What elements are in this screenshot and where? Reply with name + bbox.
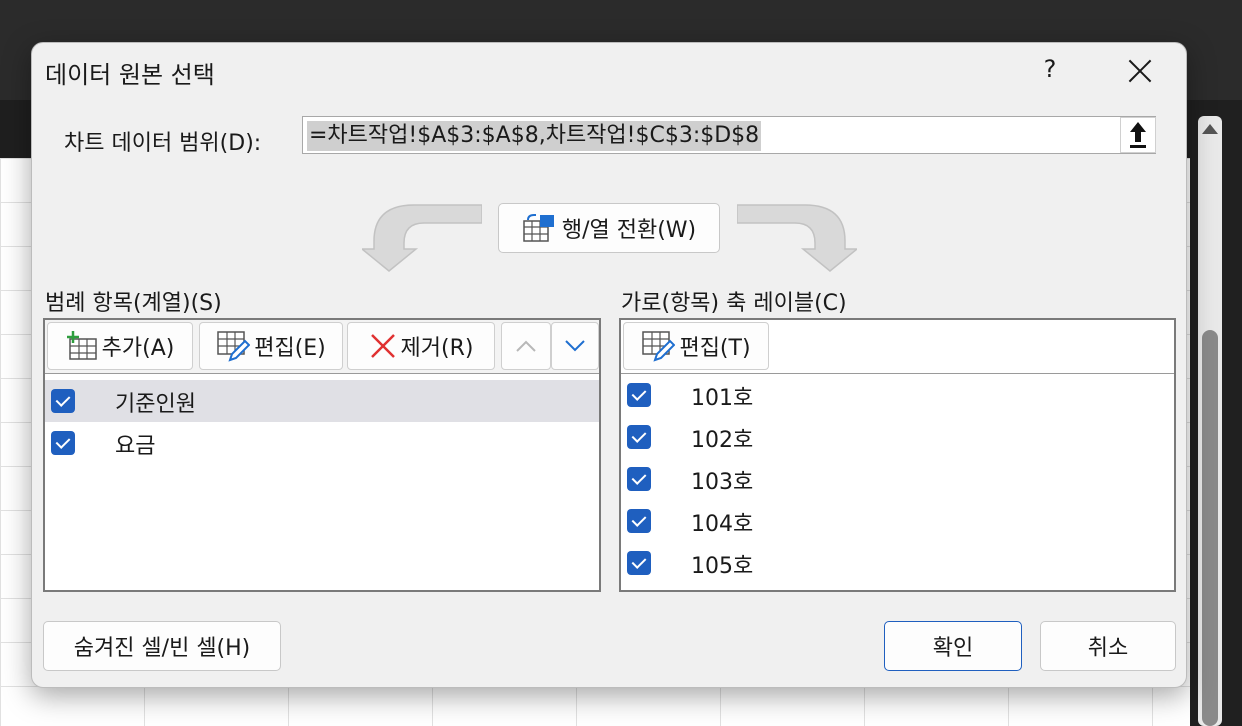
help-button[interactable]: ? — [1037, 55, 1063, 85]
ok-button[interactable]: 확인 — [884, 621, 1022, 671]
chart-data-range-value: =차트작업!$A$3:$A$8,차트작업!$C$3:$D$8 — [307, 121, 762, 151]
checkbox-icon[interactable] — [627, 509, 651, 533]
right-curved-arrow-icon — [737, 204, 857, 272]
list-item[interactable]: 102호 — [621, 416, 1174, 458]
remove-series-icon — [370, 334, 395, 358]
legend-entries-panel: 추가(A) 편집(E) 제거(R) 기준인원 요금 — [43, 318, 601, 592]
add-series-icon — [66, 331, 97, 360]
add-series-button[interactable]: 추가(A) — [47, 322, 193, 370]
axis-item-label: 102호 — [691, 428, 754, 453]
left-curved-arrow-icon — [362, 204, 482, 272]
list-item[interactable]: 103호 — [621, 458, 1174, 500]
move-down-icon — [565, 340, 585, 352]
legend-series-list: 기준인원 요금 — [45, 380, 599, 464]
switch-row-column-button[interactable]: 행/열 전환(W) — [498, 203, 720, 253]
switch-row-column-label: 행/열 전환(W) — [561, 218, 697, 243]
move-up-button[interactable] — [501, 322, 551, 370]
edit-series-button[interactable]: 편집(E) — [199, 322, 343, 370]
cancel-button[interactable]: 취소 — [1040, 621, 1176, 671]
switch-row-column-icon — [523, 214, 554, 242]
axis-labels-label: 가로(항목) 축 레이블(C) — [621, 291, 847, 316]
add-series-label: 추가(A) — [101, 336, 175, 361]
list-item[interactable]: 기준인원 — [45, 380, 599, 422]
move-up-icon — [516, 340, 536, 352]
remove-series-label: 제거(R) — [400, 336, 474, 361]
close-icon[interactable] — [1122, 53, 1158, 89]
edit-series-label: 편집(E) — [254, 336, 326, 361]
axis-item-label: 104호 — [691, 512, 754, 537]
remove-series-button[interactable]: 제거(R) — [347, 322, 495, 370]
legend-toolbar: 추가(A) 편집(E) 제거(R) — [45, 320, 599, 374]
list-item[interactable]: 104호 — [621, 500, 1174, 542]
series-label: 요금 — [115, 434, 156, 459]
edit-axis-icon — [642, 331, 676, 362]
move-down-button[interactable] — [551, 322, 599, 370]
list-item[interactable]: 105호 — [621, 542, 1174, 584]
checkbox-icon[interactable] — [51, 431, 75, 455]
edit-axis-button[interactable]: 편집(T) — [623, 322, 769, 370]
legend-entries-label: 범례 항목(계열)(S) — [45, 291, 222, 316]
chart-data-range-input[interactable]: =차트작업!$A$3:$A$8,차트작업!$C$3:$D$8 — [302, 116, 1156, 154]
list-item[interactable]: 요금 — [45, 422, 599, 464]
axis-labels-panel: 편집(T) 101호 102호 103호 104호 105호 — [619, 318, 1176, 592]
checkbox-icon[interactable] — [627, 425, 651, 449]
checkbox-icon[interactable] — [627, 551, 651, 575]
edit-axis-label: 편집(T) — [679, 336, 751, 361]
scrollbar-thumb[interactable] — [1202, 330, 1218, 726]
collapse-dialog-icon — [1130, 122, 1146, 148]
dialog-title: 데이터 원본 선택 — [45, 61, 215, 89]
chart-data-range-label: 차트 데이터 범위(D): — [64, 131, 262, 156]
checkbox-icon[interactable] — [51, 389, 75, 413]
select-data-source-dialog: 데이터 원본 선택 ? 차트 데이터 범위(D): =차트작업!$A$3:$A$… — [31, 42, 1187, 688]
axis-item-label: 103호 — [691, 470, 754, 495]
series-label: 기준인원 — [115, 392, 196, 417]
scroll-up-icon[interactable] — [1202, 124, 1218, 134]
axis-toolbar: 편집(T) — [621, 320, 1174, 374]
axis-item-label: 105호 — [691, 554, 754, 579]
collapse-dialog-button[interactable] — [1120, 117, 1156, 153]
checkbox-icon[interactable] — [627, 467, 651, 491]
hidden-empty-cells-button[interactable]: 숨겨진 셀/빈 셀(H) — [43, 621, 281, 671]
checkbox-icon[interactable] — [627, 383, 651, 407]
axis-labels-list: 101호 102호 103호 104호 105호 — [621, 374, 1174, 584]
axis-item-label: 101호 — [691, 386, 754, 411]
edit-series-icon — [217, 331, 251, 362]
list-item[interactable]: 101호 — [621, 374, 1174, 416]
